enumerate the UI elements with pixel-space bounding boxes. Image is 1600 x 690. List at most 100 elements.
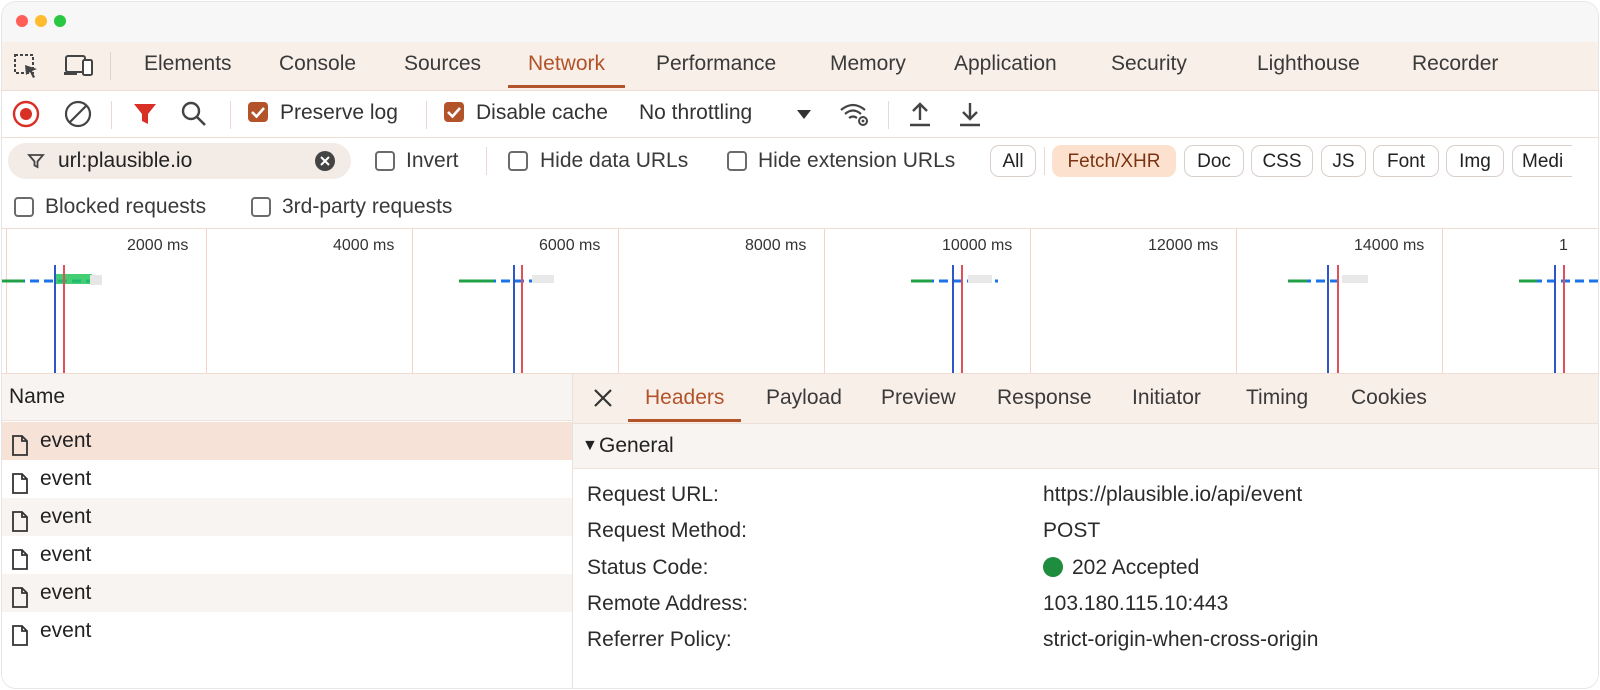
search-icon[interactable] — [178, 99, 210, 129]
inspect-element-icon[interactable] — [12, 52, 42, 80]
header-key: Request Method: — [587, 519, 747, 542]
type-filter-font[interactable]: Font — [1373, 145, 1439, 177]
import-har-icon[interactable] — [904, 99, 936, 129]
type-filter-js[interactable]: JS — [1321, 145, 1366, 177]
request-row[interactable]: event — [2, 422, 572, 460]
general-section-title: General — [599, 434, 674, 457]
blocked-requests-checkbox[interactable] — [14, 197, 34, 217]
throttling-select[interactable]: No throttling — [639, 91, 752, 137]
network-conditions-icon[interactable] — [838, 99, 870, 129]
type-filter-css[interactable]: CSS — [1251, 145, 1313, 177]
type-filter-doc[interactable]: Doc — [1184, 145, 1244, 177]
close-window-button[interactable] — [16, 15, 28, 27]
tab-application[interactable]: Application — [954, 42, 1057, 88]
type-filter-img[interactable]: Img — [1446, 145, 1504, 177]
third-party-checkbox[interactable] — [251, 197, 271, 217]
tab-sources[interactable]: Sources — [404, 42, 481, 88]
disable-cache-checkbox[interactable] — [444, 102, 464, 122]
filter-input[interactable]: url:plausible.io — [8, 143, 351, 179]
network-toolbar: Preserve log Disable cache No throttling — [2, 91, 1598, 138]
filter-bar: url:plausible.io Invert Hide data URLs H… — [2, 138, 1598, 186]
hide-data-urls-checkbox[interactable] — [508, 151, 528, 171]
tab-recorder[interactable]: Recorder — [1412, 42, 1498, 88]
document-icon — [11, 545, 29, 570]
device-toolbar-icon[interactable] — [62, 52, 93, 80]
minimize-window-button[interactable] — [35, 15, 47, 27]
tab-initiator[interactable]: Initiator — [1132, 374, 1201, 422]
tab-elements[interactable]: Elements — [144, 42, 232, 88]
filter-input-value: url:plausible.io — [58, 149, 193, 172]
more-filters-row: Blocked requests 3rd-party requests — [2, 186, 1598, 229]
header-value: POST — [1043, 519, 1101, 542]
request-row[interactable]: event — [2, 536, 572, 574]
toolbar-separator — [888, 101, 889, 129]
filter-funnel-icon — [26, 151, 46, 176]
timeline-overview[interactable]: 2000 ms 4000 ms 6000 ms 8000 ms 10000 ms… — [2, 229, 1598, 374]
disable-cache-label[interactable]: Disable cache — [476, 91, 608, 137]
chevron-down-icon[interactable] — [792, 99, 824, 129]
tab-memory[interactable]: Memory — [830, 42, 906, 88]
clear-filter-icon[interactable] — [314, 150, 336, 177]
hide-extension-urls-checkbox[interactable] — [727, 151, 747, 171]
toolbar-separator — [426, 101, 427, 129]
request-row[interactable]: event — [2, 574, 572, 612]
clear-icon[interactable] — [62, 99, 94, 129]
document-icon — [11, 469, 29, 494]
type-filter-fetch-xhr[interactable]: Fetch/XHR — [1052, 145, 1176, 177]
name-column-header[interactable]: Name — [2, 374, 572, 421]
header-key: Status Code: — [587, 556, 709, 579]
expand-triangle-icon: ▼ — [582, 437, 598, 454]
request-row[interactable]: event — [2, 460, 572, 498]
filter-separator — [486, 147, 487, 175]
tab-response[interactable]: Response — [997, 374, 1092, 422]
request-row[interactable]: event — [2, 498, 572, 536]
filter-separator — [1044, 147, 1045, 175]
close-icon[interactable] — [591, 386, 615, 410]
timeline-waterfall-graphic — [2, 265, 1598, 373]
header-value: 103.180.115.10:443 — [1043, 592, 1229, 615]
type-filter-media[interactable]: Medi — [1512, 145, 1572, 177]
preserve-log-checkbox[interactable] — [248, 102, 268, 122]
status-ok-icon — [1043, 557, 1063, 577]
tab-preview[interactable]: Preview — [881, 374, 956, 422]
tab-payload[interactable]: Payload — [766, 374, 842, 422]
hide-extension-urls-label[interactable]: Hide extension URLs — [758, 138, 955, 184]
tab-headers[interactable]: Headers — [628, 374, 742, 422]
invert-label[interactable]: Invert — [406, 138, 459, 184]
tab-performance[interactable]: Performance — [656, 42, 776, 88]
stop-recording-icon[interactable] — [10, 99, 42, 129]
tab-network[interactable]: Network — [508, 42, 626, 88]
tab-lighthouse[interactable]: Lighthouse — [1257, 42, 1360, 88]
request-name: event — [40, 619, 92, 642]
request-name: event — [40, 505, 92, 528]
general-section-header[interactable]: ▼ General — [573, 424, 1598, 469]
request-row[interactable]: event — [2, 612, 572, 650]
invert-checkbox[interactable] — [375, 151, 395, 171]
document-icon — [11, 583, 29, 608]
export-har-icon[interactable] — [954, 99, 986, 129]
blocked-requests-label[interactable]: Blocked requests — [45, 184, 206, 230]
filter-icon[interactable] — [129, 99, 161, 129]
header-value: https://plausible.io/api/event — [1043, 483, 1303, 506]
preserve-log-label[interactable]: Preserve log — [280, 91, 398, 137]
header-key: Referrer Policy: — [587, 628, 732, 651]
request-name: event — [40, 543, 92, 566]
toolbar-separator — [111, 101, 112, 129]
type-filter-all[interactable]: All — [990, 145, 1036, 177]
header-value: strict-origin-when-cross-origin — [1043, 628, 1319, 651]
third-party-label[interactable]: 3rd-party requests — [282, 184, 452, 230]
hide-data-urls-label[interactable]: Hide data URLs — [540, 138, 688, 184]
tab-cookies[interactable]: Cookies — [1351, 374, 1427, 422]
title-bar — [2, 2, 1598, 42]
devtools-window: Elements Console Sources Network Perform… — [2, 2, 1598, 688]
header-key: Remote Address: — [587, 592, 749, 615]
zoom-window-button[interactable] — [54, 15, 66, 27]
header-key: Request URL: — [587, 483, 719, 506]
request-details-pane: Headers Payload Preview Response Initiat… — [573, 374, 1598, 688]
document-icon — [11, 621, 29, 646]
request-name: event — [40, 467, 92, 490]
tab-console[interactable]: Console — [279, 42, 356, 88]
tab-security[interactable]: Security — [1111, 42, 1187, 88]
tab-timing[interactable]: Timing — [1246, 374, 1308, 422]
panel-tab-bar: Elements Console Sources Network Perform… — [2, 42, 1598, 91]
